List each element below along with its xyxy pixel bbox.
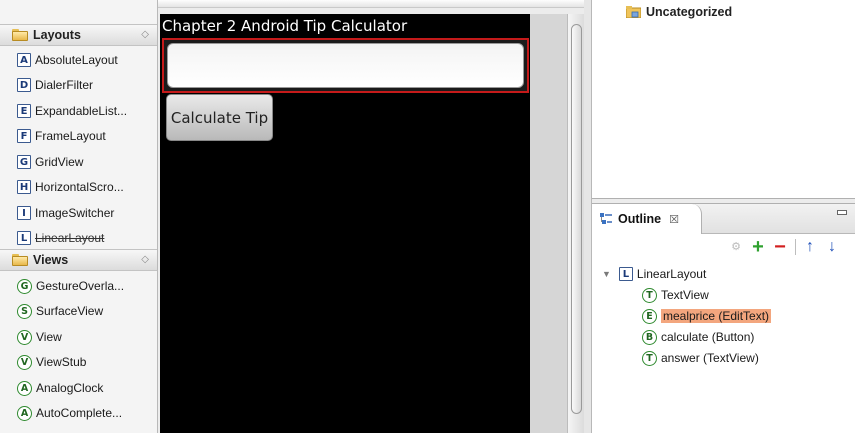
move-down-icon[interactable]: ↓	[824, 239, 840, 255]
canvas-gutter	[530, 14, 567, 433]
palette-item-label: AbsoluteLayout	[35, 53, 118, 67]
folder-icon	[12, 29, 28, 41]
node-icon: B	[642, 329, 657, 345]
mealprice-edittext[interactable]	[162, 38, 529, 93]
node-icon: T	[642, 350, 657, 366]
palette-item-label: AnalogClock	[36, 381, 104, 395]
collapse-icon[interactable]: ◇	[141, 29, 149, 40]
expander-icon[interactable]: ▼	[602, 269, 611, 279]
palette-item-label: ViewStub	[36, 355, 87, 369]
outline-icon	[599, 212, 613, 226]
calculate-tip-button[interactable]: Calculate Tip	[166, 94, 273, 141]
collapse-icon[interactable]: ◇	[141, 254, 149, 265]
palette-item-imageswitcher[interactable]: I ImageSwitcher	[17, 203, 114, 223]
outline-toolbar: ⚙ + − ↑ ↓	[722, 237, 840, 257]
app-title-textview[interactable]: Chapter 2 Android Tip Calculator	[162, 17, 407, 35]
widget-icon: L	[17, 231, 31, 245]
edittext-field[interactable]	[167, 43, 524, 88]
palette-item-surfaceview[interactable]: S SurfaceView	[17, 301, 103, 321]
palette-item-autocomplete[interactable]: A AutoComplete...	[17, 403, 122, 423]
palette-item-label: FrameLayout	[35, 129, 106, 143]
scrollbar-thumb[interactable]	[571, 24, 582, 414]
panel-divider	[584, 0, 592, 433]
palette-item-label: SurfaceView	[36, 304, 104, 318]
section-header-label: Layouts	[33, 28, 81, 42]
palette-item-view[interactable]: V View	[17, 327, 62, 347]
palette-item-linearlayout[interactable]: L LinearLayout	[17, 228, 104, 248]
palette-item-label: View	[36, 330, 62, 344]
link-icon[interactable]: ⚙	[728, 239, 744, 255]
widget-icon: A	[17, 380, 32, 396]
tree-row-label: answer (TextView)	[661, 351, 759, 365]
widget-icon: A	[17, 405, 32, 421]
widget-icon: G	[17, 278, 32, 294]
palette-panel: Layouts ◇ A AbsoluteLayout D DialerFilte…	[0, 0, 158, 433]
palette-item-label: AutoComplete...	[36, 406, 123, 420]
toolbar-separator	[795, 239, 796, 255]
category-folder-icon	[625, 6, 642, 19]
widget-icon: E	[17, 104, 31, 118]
outline-panel: Outline ☒ ⚙ + − ↑ ↓ ▼ L LinearLayout T T…	[592, 203, 855, 433]
node-icon: T	[642, 287, 657, 303]
move-up-icon[interactable]: ↑	[802, 239, 818, 255]
palette-item-gestureoverlay[interactable]: G GestureOverla...	[17, 276, 124, 296]
widget-icon: I	[17, 206, 31, 220]
category-uncategorized[interactable]: Uncategorized	[625, 5, 733, 19]
palette-item-framelayout[interactable]: F FrameLayout	[17, 126, 106, 146]
node-icon: L	[618, 267, 633, 281]
palette-item-absolutelayout[interactable]: A AbsoluteLayout	[17, 50, 118, 70]
tree-row-label: TextView	[661, 288, 709, 302]
tab-label: Outline	[618, 212, 662, 226]
tree-row-calculate[interactable]: B calculate (Button)	[642, 327, 754, 347]
tab-outline[interactable]: Outline ☒	[592, 204, 702, 234]
outline-tabbar: Outline ☒	[592, 204, 855, 234]
tree-row-answer[interactable]: T answer (TextView)	[642, 348, 759, 368]
widget-icon: A	[17, 53, 31, 67]
palette-section-layouts[interactable]: Layouts ◇	[0, 24, 157, 46]
palette-categories-panel: Uncategorized	[592, 0, 855, 199]
palette-item-label: LinearLayout	[35, 231, 105, 245]
tree-row-label: calculate (Button)	[661, 330, 755, 344]
widget-icon: H	[17, 180, 31, 194]
palette-item-gridview[interactable]: G GridView	[17, 152, 83, 172]
eclipse-window: Layouts ◇ A AbsoluteLayout D DialerFilte…	[0, 0, 855, 433]
widget-icon: V	[17, 329, 32, 345]
palette-item-dialerfilter[interactable]: D DialerFilter	[17, 75, 93, 95]
tree-row-label: LinearLayout	[636, 267, 707, 281]
palette-item-label: GridView	[35, 155, 84, 169]
palette-item-label: ImageSwitcher	[35, 206, 115, 220]
remove-icon[interactable]: −	[772, 237, 788, 257]
palette-item-label: ExpandableList...	[35, 104, 128, 118]
palette-section-views[interactable]: Views ◇	[0, 249, 157, 271]
minimize-icon[interactable]	[837, 210, 847, 215]
palette-item-label: HorizontalScro...	[35, 180, 124, 194]
folder-icon	[12, 254, 28, 266]
tree-row-mealprice[interactable]: E mealprice (EditText)	[642, 306, 772, 326]
palette-item-label: GestureOverla...	[36, 279, 125, 293]
palette-item-viewstub[interactable]: V ViewStub	[17, 352, 86, 372]
palette-item-expandablelist[interactable]: E ExpandableList...	[17, 101, 127, 121]
node-icon: E	[642, 308, 657, 324]
section-header-label: Views	[33, 253, 69, 267]
widget-icon: D	[17, 78, 31, 92]
widget-icon: F	[17, 129, 31, 143]
category-label: Uncategorized	[646, 5, 733, 19]
vertical-scrollbar[interactable]	[567, 14, 584, 433]
tree-row-label: mealprice (EditText)	[661, 309, 772, 323]
widget-icon: G	[17, 155, 31, 169]
add-icon[interactable]: +	[750, 237, 766, 257]
widget-icon: V	[17, 354, 32, 370]
palette-item-analogclock[interactable]: A AnalogClock	[17, 378, 103, 398]
tree-row-textview[interactable]: T TextView	[642, 285, 709, 305]
close-icon[interactable]: ☒	[669, 213, 679, 226]
palette-item-horizontalscroll[interactable]: H HorizontalScro...	[17, 177, 124, 197]
tree-row-linearlayout[interactable]: ▼ L LinearLayout	[602, 264, 706, 284]
palette-item-label: DialerFilter	[35, 78, 94, 92]
widget-icon: S	[17, 303, 32, 319]
